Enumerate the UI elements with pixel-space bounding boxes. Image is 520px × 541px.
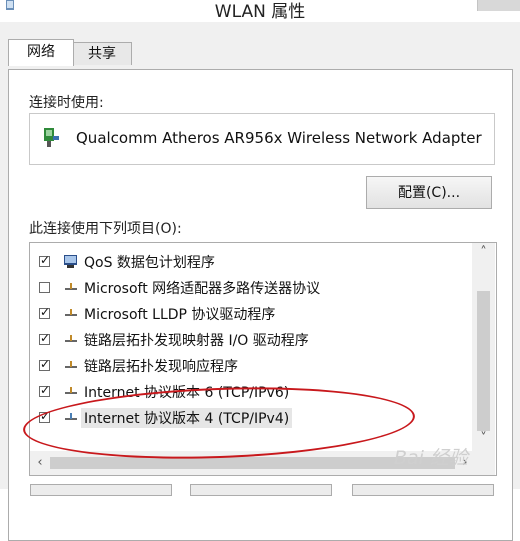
install-button[interactable] [30,484,172,496]
list-item-multiplexor[interactable]: Microsoft 网络适配器多路传送器协议 [30,276,470,300]
adapter-name: Qualcomm Atheros AR956x Wireless Network… [76,129,482,147]
close-button[interactable] [477,0,520,11]
vertical-scrollbar[interactable]: ˄ ˅ [472,243,495,451]
scroll-down-icon[interactable]: ˅ [472,429,495,449]
properties-button[interactable] [352,484,494,496]
list-item-ipv6[interactable]: ✓ Internet 协议版本 6 (TCP/IPv6) [30,380,470,404]
list-item-ipv4[interactable]: ✓ Internet 协议版本 4 (TCP/IPv4) [30,406,470,430]
item-label: QoS 数据包计划程序 [84,255,215,271]
qos-service-icon [64,255,77,268]
connect-using-label: 连接时使用: [29,95,104,111]
item-label: 链路层拓扑发现映射器 I/O 驱动程序 [84,333,309,349]
title-bar: WLAN 属性 [0,0,520,22]
list-item-lldp[interactable]: ✓ Microsoft LLDP 协议驱动程序 [30,302,470,326]
check-mark-icon: ✓ [40,331,51,345]
uninstall-button[interactable] [190,484,332,496]
scroll-up-icon[interactable]: ˄ [472,243,495,263]
item-label: Microsoft LLDP 协议驱动程序 [84,307,276,323]
check-mark-icon: ✓ [40,409,51,423]
list-item-lltd-responder[interactable]: ✓ 链路层拓扑发现响应程序 [30,354,470,378]
adapter-box: Qualcomm Atheros AR956x Wireless Network… [29,113,495,165]
list-item-qos[interactable]: ✓ QoS 数据包计划程序 [30,250,470,274]
check-mark-icon: ✓ [40,357,51,371]
item-label: Internet 协议版本 6 (TCP/IPv6) [84,385,290,401]
checkbox[interactable]: ✓ [39,409,51,423]
protocol-icon [65,413,77,420]
item-label: Microsoft 网络适配器多路传送器协议 [84,281,321,297]
tab-sharing[interactable]: 共享 [72,42,132,65]
check-mark-icon: ✓ [40,383,51,397]
protocol-icon [65,361,77,368]
check-mark-icon: ✓ [40,253,51,267]
items-list: ✓ QoS 数据包计划程序 Microsoft 网络适配器多路传送器协议 ✓ M… [29,242,497,476]
check-mark-icon: ✓ [40,305,51,319]
protocol-icon [65,387,77,394]
tab-network[interactable]: 网络 [8,39,74,66]
checkbox[interactable]: ✓ [39,305,51,319]
items-label: 此连接使用下列项目(O): [29,221,182,237]
scroll-thumb[interactable] [477,291,490,431]
item-label: Internet 协议版本 4 (TCP/IPv4) [81,408,293,428]
window-title: WLAN 属性 [214,2,306,22]
protocol-icon [65,283,77,290]
checkbox[interactable]: ✓ [39,357,51,371]
network-adapter-icon [44,128,59,147]
protocol-icon [65,335,77,342]
item-label: 链路层拓扑发现响应程序 [84,359,238,375]
scroll-left-icon[interactable]: ‹ [30,451,50,475]
scrollbar-corner [472,451,495,475]
checkbox[interactable] [39,282,50,293]
watermark: Bai 经验 [394,447,468,469]
protocol-icon [65,309,77,316]
configure-button[interactable]: 配置(C)... [366,176,492,209]
list-item-lltd-mapper[interactable]: ✓ 链路层拓扑发现映射器 I/O 驱动程序 [30,328,470,352]
checkbox[interactable]: ✓ [39,331,51,345]
checkbox[interactable]: ✓ [39,253,51,267]
checkbox[interactable]: ✓ [39,383,51,397]
